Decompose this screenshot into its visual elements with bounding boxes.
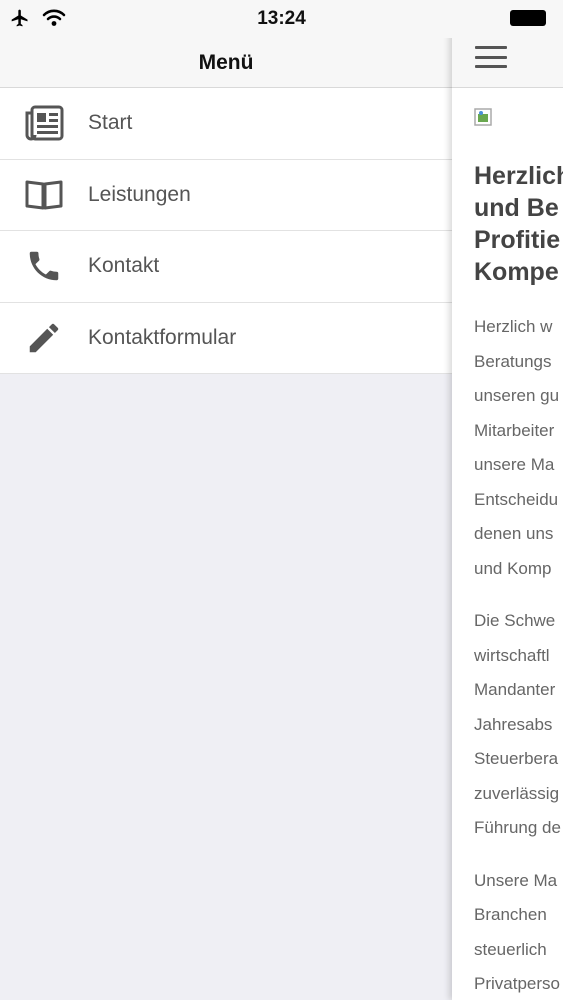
phone-icon bbox=[0, 231, 88, 302]
menu-item-label: Start bbox=[88, 111, 133, 135]
text-line: zuverlässig bbox=[474, 783, 560, 803]
text-line: Mitarbeiter bbox=[474, 420, 555, 440]
text-line: steuerlich bbox=[474, 939, 547, 959]
content-header bbox=[452, 38, 563, 88]
hamburger-menu-icon[interactable] bbox=[475, 44, 507, 70]
status-time: 13:24 bbox=[257, 8, 306, 29]
pencil-icon bbox=[0, 303, 88, 374]
menu-list: Start Leistungen Kontakt Kontaktformular bbox=[0, 88, 452, 374]
text-line: Herzlich w bbox=[474, 317, 553, 336]
menu-item-kontakt[interactable]: Kontakt bbox=[0, 231, 452, 303]
menu-item-start[interactable]: Start bbox=[0, 88, 452, 160]
text-line: Entscheidu bbox=[474, 489, 559, 509]
menu-item-label: Kontaktformular bbox=[88, 325, 237, 349]
menu-item-label: Leistungen bbox=[88, 182, 191, 206]
page-heading: Herzlich und Be Profitie Kompe bbox=[474, 160, 563, 288]
paragraph-3: Unsere Ma Branchen steuerlich Privatpers… bbox=[474, 864, 563, 1000]
paragraph-1: Herzlich w Beratungs unseren gu Mitarbei… bbox=[474, 310, 563, 586]
status-bar: 13:24 bbox=[0, 0, 563, 38]
wifi-icon bbox=[42, 8, 66, 33]
heading-line: Kompe bbox=[474, 258, 559, 286]
content-body: Herzlich und Be Profitie Kompe Herzlich … bbox=[474, 160, 563, 1000]
book-icon bbox=[0, 160, 88, 231]
heading-line: Profitie bbox=[474, 226, 561, 254]
menu-item-kontaktformular[interactable]: Kontaktformular bbox=[0, 303, 452, 374]
menu-item-leistungen[interactable]: Leistungen bbox=[0, 160, 452, 231]
text-line: Steuerbera bbox=[474, 749, 559, 768]
text-line: Branchen bbox=[474, 905, 547, 924]
text-line: wirtschaftl bbox=[474, 645, 550, 665]
heading-line: Herzlich bbox=[474, 162, 563, 190]
paragraph-2: Die Schwe wirtschaftl Mandanter Jahresab… bbox=[474, 604, 563, 846]
newspaper-icon bbox=[0, 88, 88, 159]
content-panel[interactable]: Herzlich und Be Profitie Kompe Herzlich … bbox=[452, 0, 563, 1000]
heading-line: und Be bbox=[474, 194, 559, 222]
airplane-icon bbox=[8, 8, 32, 33]
text-line: Beratungs bbox=[474, 351, 552, 371]
menu-item-label: Kontakt bbox=[88, 254, 160, 278]
text-line: Jahresabs bbox=[474, 714, 553, 734]
menu-header: Menü bbox=[0, 38, 452, 88]
text-line: Unsere Ma bbox=[474, 870, 558, 890]
text-line: Die Schwe bbox=[474, 611, 556, 630]
battery-icon bbox=[510, 10, 546, 26]
text-line: denen uns bbox=[474, 524, 554, 543]
menu-title: Menü bbox=[198, 50, 254, 74]
text-line: Mandanter bbox=[474, 680, 556, 699]
text-line: unsere Ma bbox=[474, 455, 555, 474]
broken-image-icon bbox=[474, 108, 496, 128]
text-line: Privatperso bbox=[474, 974, 560, 993]
side-menu: Menü Start Leistungen Kontakt Kontaktfor… bbox=[0, 0, 452, 1000]
text-line: und Komp bbox=[474, 558, 552, 578]
text-line: unseren gu bbox=[474, 386, 560, 405]
text-line: Führung de bbox=[474, 818, 561, 837]
